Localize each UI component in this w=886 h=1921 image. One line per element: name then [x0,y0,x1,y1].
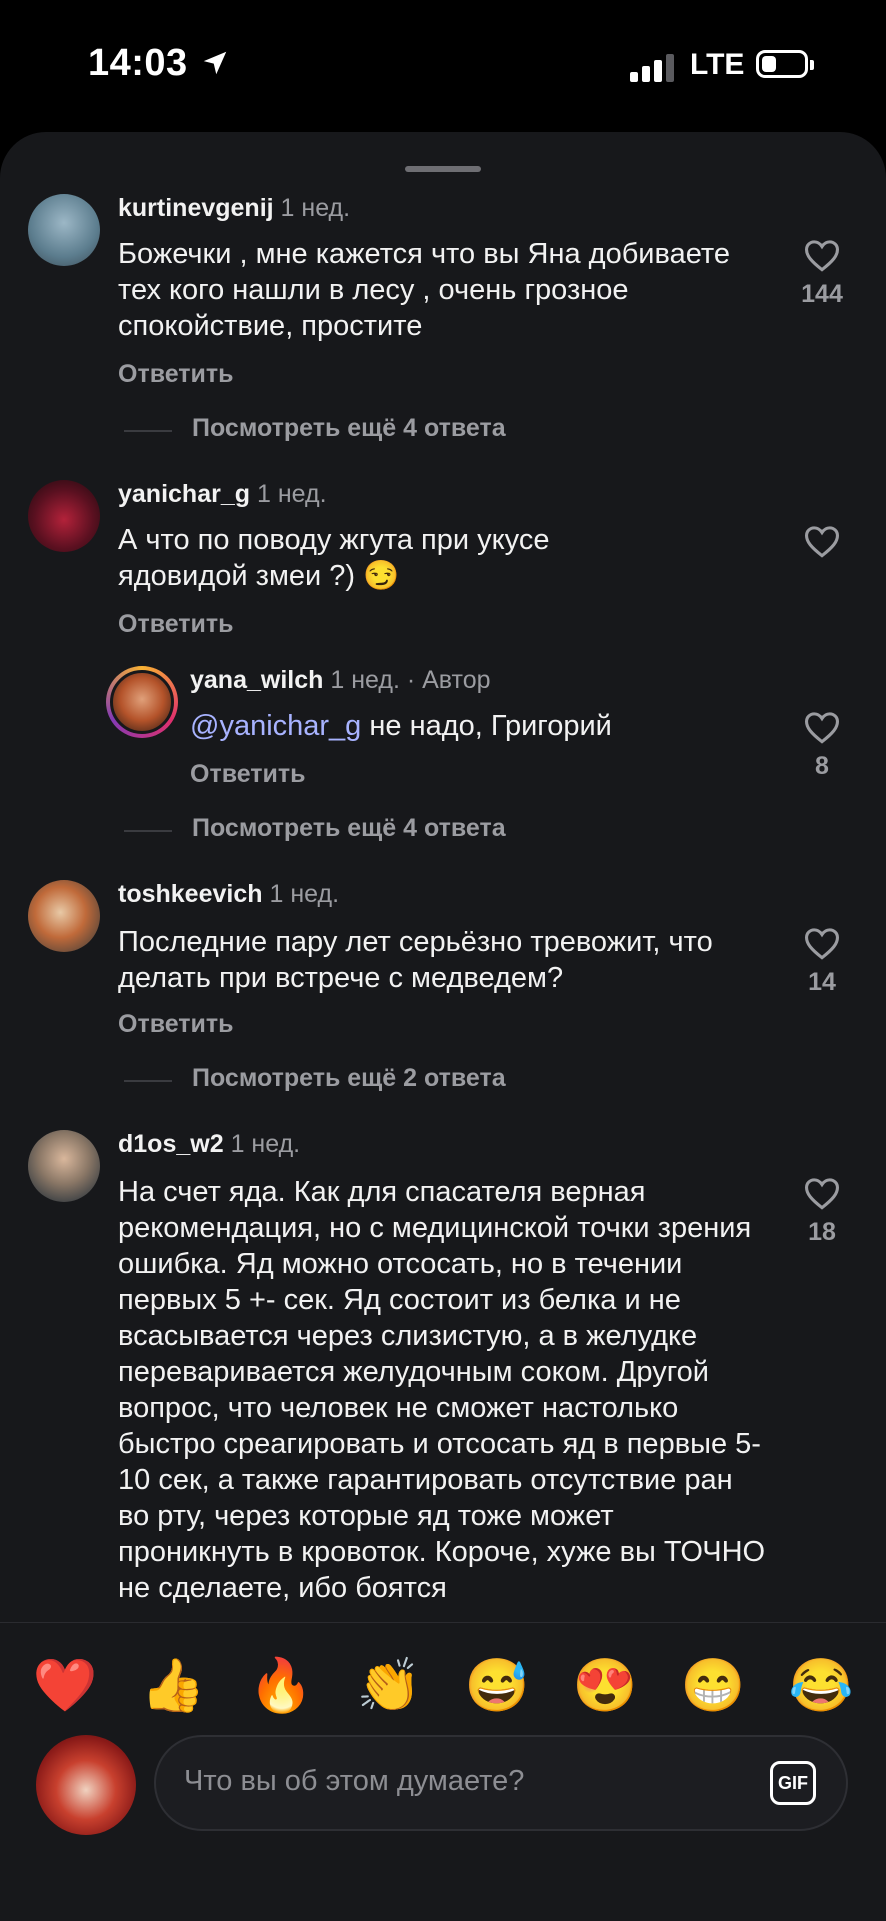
comment-input-placeholder: Что вы об этом думаете? [184,1765,525,1797]
comment-username[interactable]: yanichar_g [118,480,250,508]
like-button[interactable]: 14 [782,926,862,997]
sheet-grabber[interactable] [405,166,481,172]
like-button[interactable]: 18 [782,1176,862,1247]
current-user-avatar [36,1735,136,1835]
comment-text: Божечки , мне кажется что вы Яна добивае… [118,238,730,342]
network-type: LTE [690,48,745,81]
status-bar: 14:03 LTE [0,0,886,130]
location-arrow-icon [203,51,227,75]
comment-text: Последние пару лет серьёзно тревожит, чт… [118,926,713,994]
comment-username[interactable]: d1os_w2 [118,1130,224,1158]
like-count: 8 [815,752,829,780]
reaction-tears-of-joy[interactable]: 😂 [786,1651,856,1721]
reaction-thumbs-up[interactable]: 👍 [138,1651,208,1721]
reply-avatar[interactable] [106,666,178,738]
avatar[interactable] [28,1130,100,1202]
heart-icon [804,928,840,960]
reaction-heart-eyes[interactable]: 😍 [570,1651,640,1721]
status-time: 14:03 [88,42,188,84]
author-tag: · Автор [406,666,491,694]
reaction-sweat-smile[interactable]: 😅 [462,1651,532,1721]
reply-button[interactable]: Ответить [118,1010,234,1039]
comment-time: 1 нед. [269,880,340,908]
composer-panel: ❤️ 👍 🔥 👏 😅 😍 😁 😂 Что вы об этом думаете?… [0,1622,886,1921]
view-more-replies-label: Посмотреть ещё 4 ответа [192,414,506,442]
heart-icon [804,526,840,558]
like-count: 14 [808,968,836,996]
reaction-fire[interactable]: 🔥 [246,1651,316,1721]
like-button[interactable] [782,524,862,558]
comment-username[interactable]: kurtinevgenij [118,194,274,222]
avatar[interactable] [28,880,100,952]
comment-time: 1 нед. [230,1130,301,1158]
reaction-grin[interactable]: 😁 [678,1651,748,1721]
gif-button[interactable]: GIF [770,1761,816,1805]
reaction-clap[interactable]: 👏 [354,1651,424,1721]
reply-button[interactable]: Ответить [190,760,306,789]
comment-text: На счет яда. Как для спасателя верная ре… [118,1176,766,1604]
reply-button[interactable]: Ответить [118,610,234,639]
view-more-replies-label: Посмотреть ещё 4 ответа [192,814,506,842]
heart-icon [804,240,840,272]
comment-text: А что по поводу жгута при укусе ядовидой… [118,524,550,592]
heart-icon [804,712,840,744]
comment-username[interactable]: toshkeevich [118,880,263,908]
reply-button[interactable]: Ответить [118,360,234,389]
like-count: 144 [801,280,843,308]
heart-icon [804,1178,840,1210]
like-button[interactable]: 8 [782,710,862,781]
reply-username[interactable]: yana_wilch [190,666,323,694]
comment-input[interactable]: Что вы об этом думаете? GIF [154,1735,848,1831]
comment-time: 1 нед. [280,194,351,222]
reply-time: 1 нед. [330,666,400,694]
comment-time: 1 нед. [256,480,327,508]
view-more-replies-label: Посмотреть ещё 2 ответа [192,1064,506,1092]
reply-text: @yanichar_g не надо, Григорий [190,708,750,744]
like-count: 18 [808,1218,836,1246]
avatar[interactable] [28,194,100,266]
reaction-heart[interactable]: ❤️ [30,1651,100,1721]
battery-icon [756,50,814,78]
avatar[interactable] [28,480,100,552]
mention-link[interactable]: @yanichar_g [190,710,361,742]
cellular-signal-icon [630,52,674,82]
like-button[interactable]: 144 [782,238,862,309]
reply-text-body: не надо, Григорий [361,710,612,742]
